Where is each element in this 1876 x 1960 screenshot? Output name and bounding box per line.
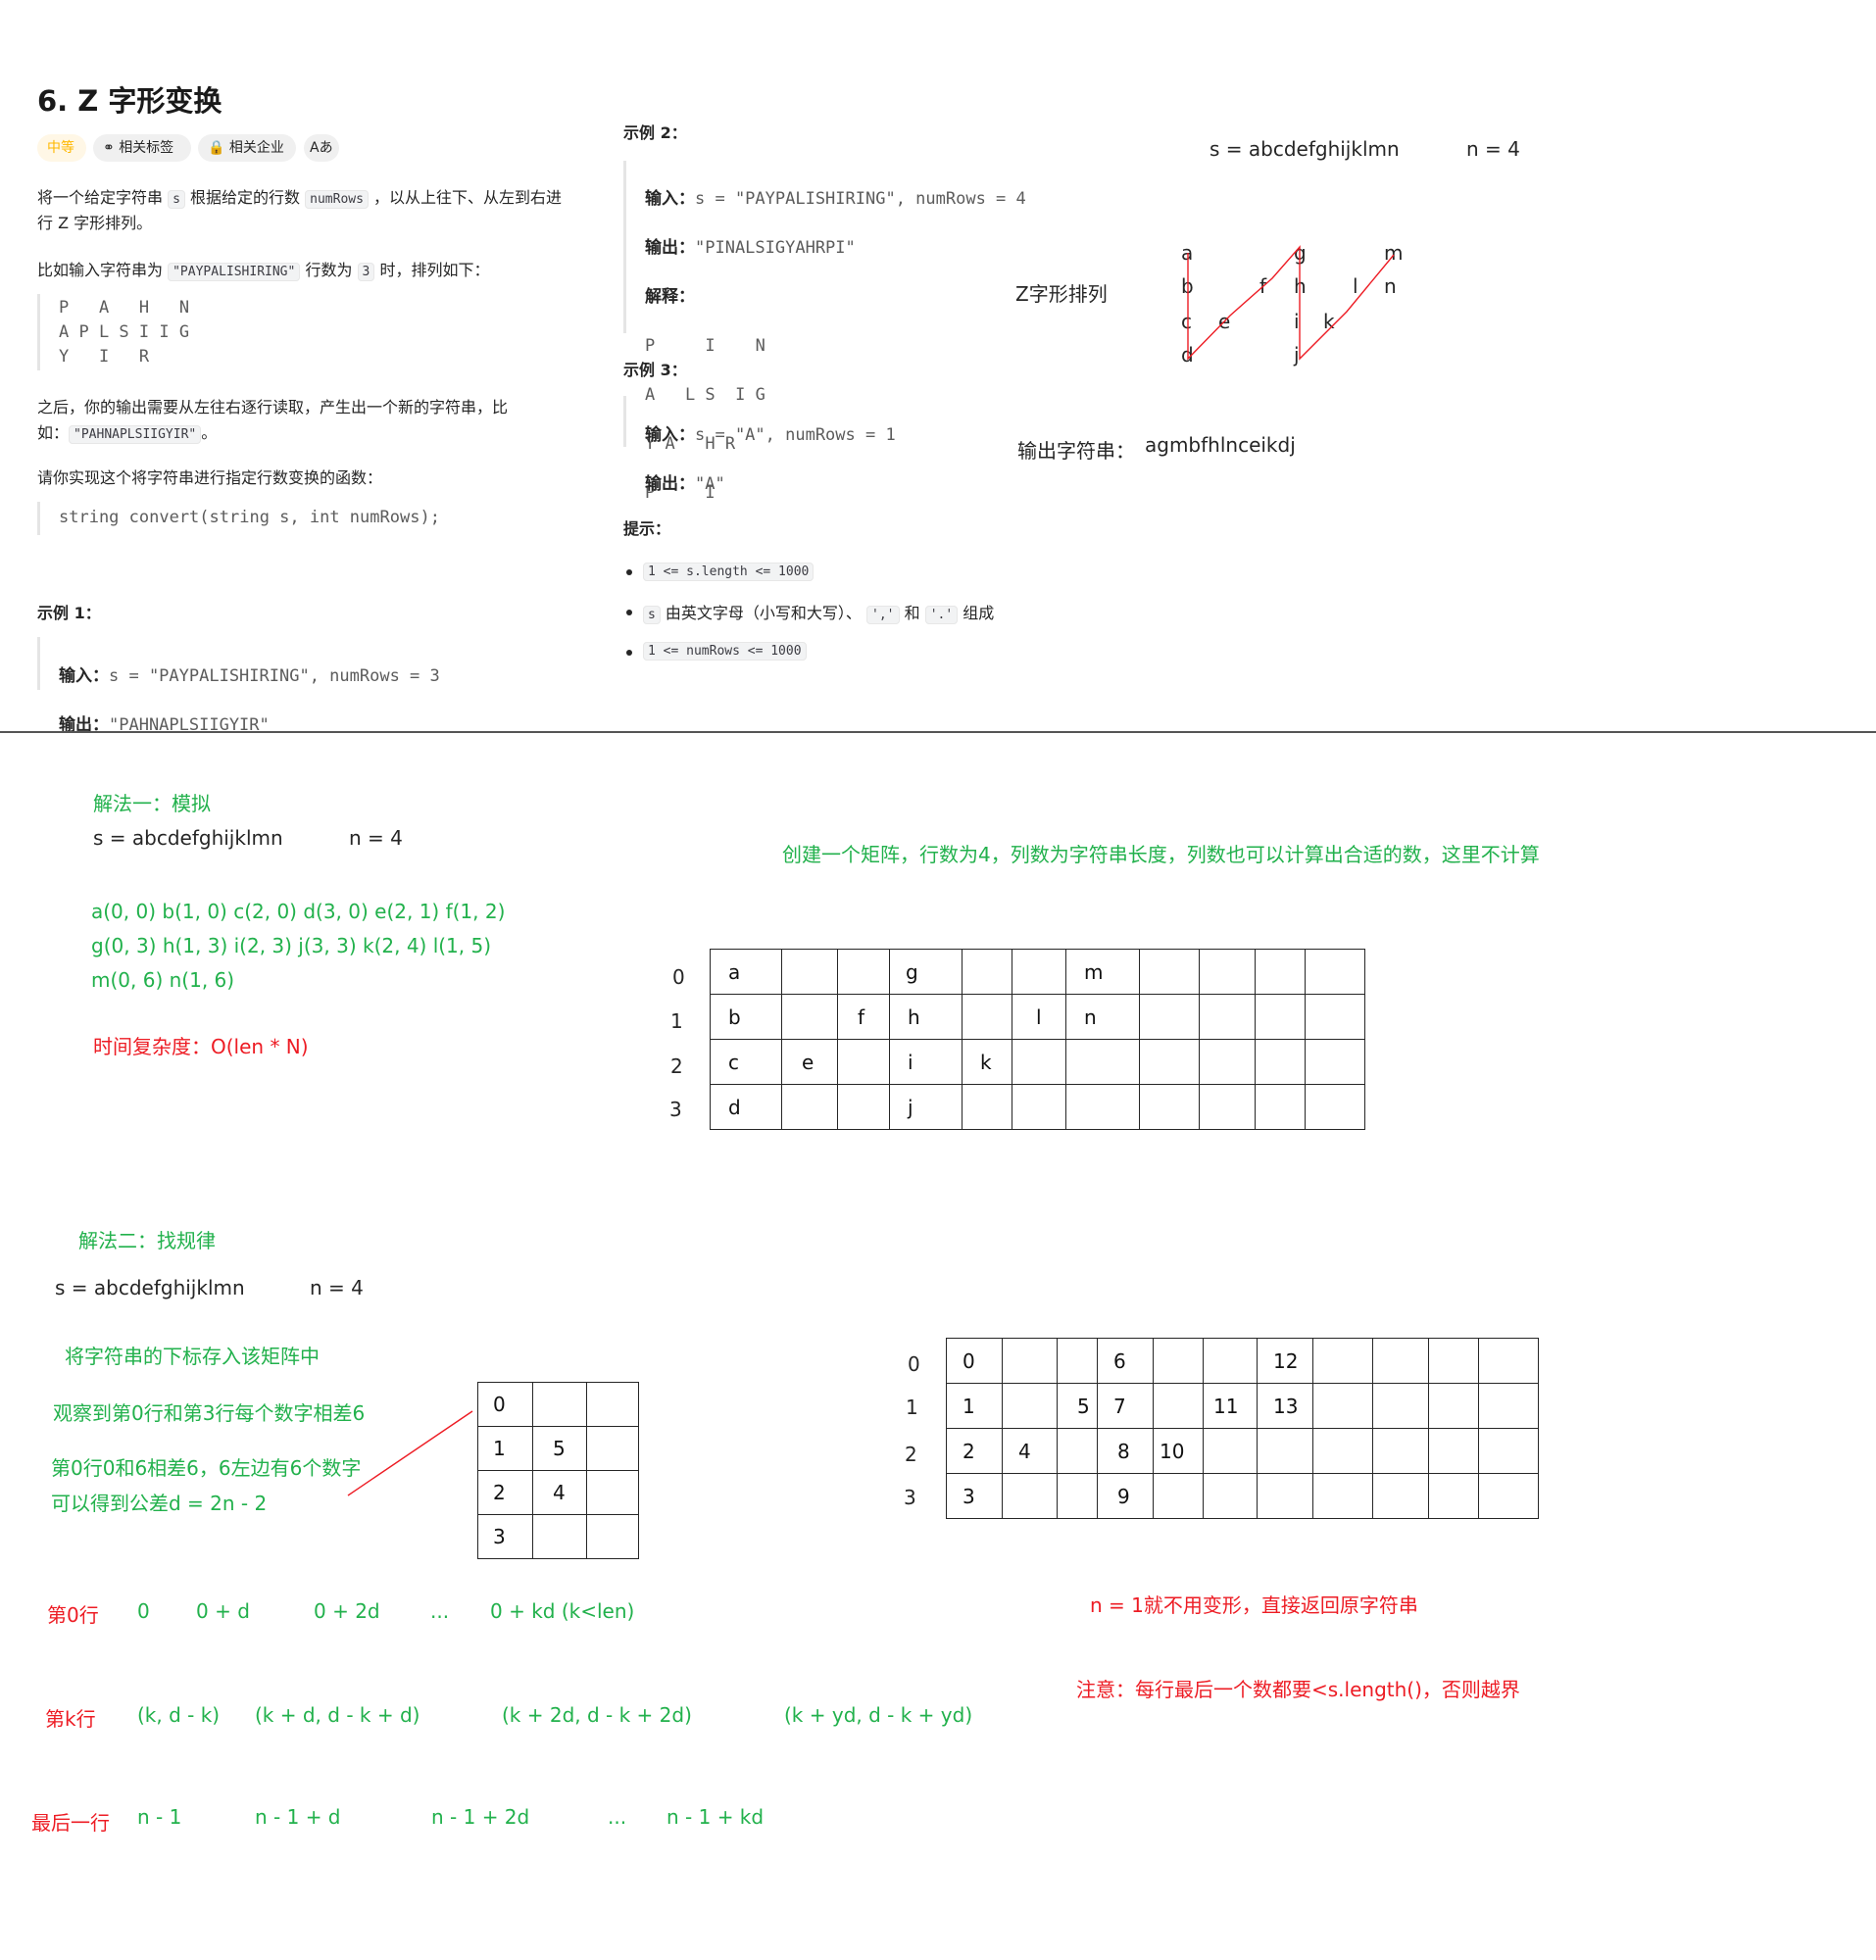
- zigzag-red-path: [1187, 245, 1395, 361]
- annotation-lines: [347, 245, 1395, 1496]
- pointer-line: [347, 1410, 473, 1496]
